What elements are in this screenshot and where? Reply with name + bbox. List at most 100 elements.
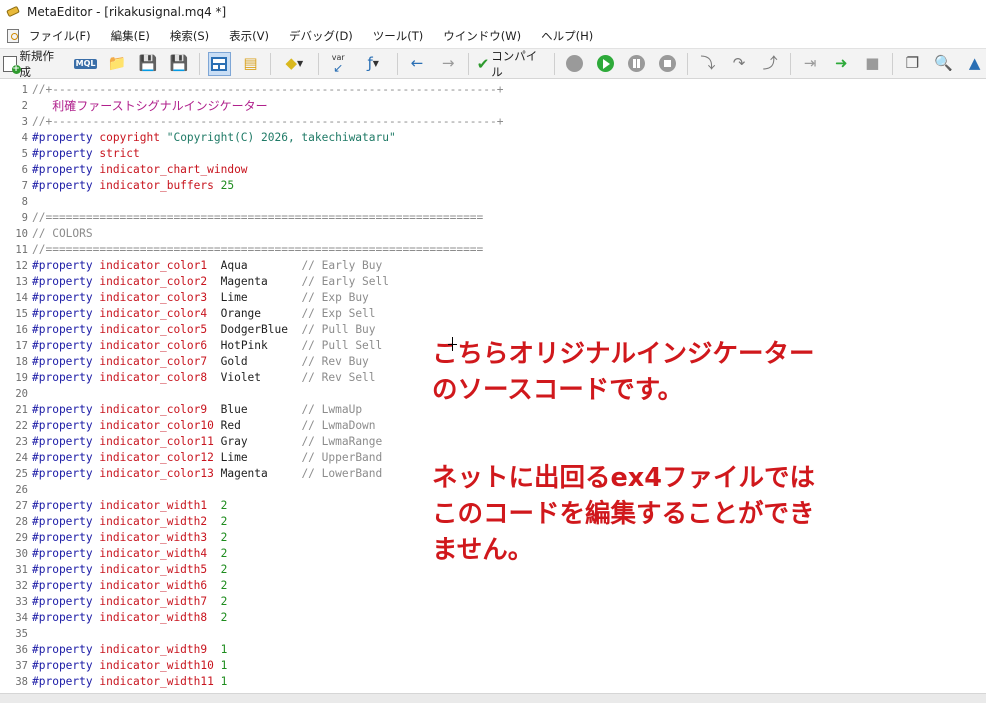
start-debug-icon[interactable] — [594, 52, 617, 76]
annotation-line: ません。 — [432, 535, 534, 565]
code-line[interactable]: 1 //+------------------------------------… — [0, 82, 986, 98]
horizontal-scrollbar[interactable] — [0, 693, 986, 703]
code-line[interactable]: 11 //====================================… — [0, 242, 986, 258]
code-line[interactable]: 8 — [0, 194, 986, 210]
code-text: #property indicator_color6 HotPink // Pu… — [32, 338, 382, 354]
code-line[interactable]: 35 — [0, 626, 986, 642]
code-token: 2 — [220, 563, 228, 576]
line-number: 30 — [15, 548, 28, 560]
save-icon[interactable]: 💾 — [137, 52, 160, 76]
step-over-icon[interactable]: ↷ — [727, 52, 750, 76]
code-line[interactable]: 12 #property indicator_color1 Aqua // Ear… — [0, 258, 986, 274]
code-line[interactable]: 34 #property indicator_width8 2 — [0, 610, 986, 626]
stop-debug-icon[interactable] — [656, 52, 679, 76]
save-all-icon[interactable]: 💾 — [168, 52, 191, 76]
code-token: // Pull Buy — [301, 323, 376, 336]
mql-wizard-icon[interactable]: MQL — [73, 52, 98, 76]
code-line[interactable]: 7 #property indicator_buffers 25 — [0, 178, 986, 194]
menu-file[interactable]: ファイル(F) — [29, 28, 91, 44]
stop-profile-icon[interactable]: ■ — [861, 52, 884, 76]
menu-tools[interactable]: ツール(T) — [373, 28, 424, 44]
step-into-icon[interactable]: ⤵ — [696, 52, 719, 76]
code-token: #property — [32, 275, 100, 288]
code-token: // LwmaUp — [301, 403, 363, 416]
toolbox-icon[interactable]: ▤ — [239, 52, 262, 76]
insert-variable-icon[interactable]: var ↙ — [327, 52, 350, 76]
menu-view[interactable]: 表示(V) — [229, 28, 269, 44]
code-line[interactable]: 4 #property copyright "Copyright(C) 2026,… — [0, 130, 986, 146]
code-line[interactable]: 13 #property indicator_color2 Magenta // … — [0, 274, 986, 290]
code-line[interactable]: 2 利確ファーストシグナルインジケーター — [0, 98, 986, 114]
code-editor[interactable]: 1 //+------------------------------------… — [0, 80, 986, 693]
forward-arrow-icon[interactable]: → — [437, 52, 460, 76]
open-folder-icon[interactable]: 📁 — [105, 52, 128, 76]
code-token: #property — [32, 531, 100, 544]
menu-edit[interactable]: 編集(E) — [111, 28, 150, 44]
code-line[interactable]: 5 #property strict — [0, 146, 986, 162]
code-token: indicator_color8 — [99, 371, 221, 384]
code-text: 利確ファーストシグナルインジケーター — [32, 98, 267, 115]
menu-help[interactable]: ヘルプ(H) — [541, 28, 593, 44]
run-to-cursor-icon[interactable]: ⇥ — [799, 52, 822, 76]
styler-icon[interactable]: ◆ ▼ — [279, 52, 310, 76]
code-token: //+-------------------------------------… — [32, 83, 504, 96]
code-token: indicator_color7 — [99, 355, 221, 368]
code-line[interactable]: 3 //+------------------------------------… — [0, 114, 986, 130]
copy-document-icon[interactable]: ❐ — [901, 52, 924, 76]
code-token: indicator_color4 — [99, 307, 221, 320]
menu-debug[interactable]: デバッグ(D) — [289, 28, 353, 44]
warning-icon[interactable]: ▲ — [963, 52, 986, 76]
code-line[interactable]: 9 //=====================================… — [0, 210, 986, 226]
code-token: #property — [32, 355, 100, 368]
code-line[interactable]: 36 #property indicator_width9 1 — [0, 642, 986, 658]
code-line[interactable]: 38 #property indicator_width11 1 — [0, 674, 986, 690]
code-text: #property indicator_width3 2 — [32, 530, 227, 546]
code-token: #property — [32, 563, 100, 576]
code-token: //======================================… — [32, 211, 484, 224]
document-icon[interactable] — [7, 29, 19, 43]
code-token: Blue — [220, 403, 302, 416]
new-file-button[interactable]: + 新規作成 — [3, 49, 64, 79]
step-out-icon[interactable]: ⤴ — [759, 52, 782, 76]
code-line[interactable]: 37 #property indicator_width10 1 — [0, 658, 986, 674]
code-token: #property — [32, 259, 100, 272]
code-token: indicator_width6 — [99, 579, 221, 592]
code-token: #property — [32, 659, 100, 672]
code-token: indicator_color2 — [99, 275, 221, 288]
code-line[interactable]: 23 #property indicator_color11 Gray // Lw… — [0, 434, 986, 450]
profile-icon[interactable]: ➜ — [830, 52, 853, 76]
code-token: HotPink — [220, 339, 302, 352]
code-line[interactable]: 15 #property indicator_color4 Orange // E… — [0, 306, 986, 322]
code-line[interactable]: 14 #property indicator_color3 Lime // Exp… — [0, 290, 986, 306]
code-token: indicator_color11 — [99, 435, 221, 448]
code-line[interactable]: 22 #property indicator_color10 Red // Lwm… — [0, 418, 986, 434]
back-arrow-icon[interactable]: ← — [406, 52, 429, 76]
code-token: #property — [32, 451, 100, 464]
line-number: 34 — [15, 612, 28, 624]
code-text: //======================================… — [32, 210, 483, 226]
code-text: #property indicator_buffers 25 — [32, 178, 234, 194]
code-token: Red — [220, 419, 302, 432]
code-line[interactable]: 10 // COLORS — [0, 226, 986, 242]
debug-history-icon[interactable] — [563, 52, 586, 76]
code-line[interactable]: 32 #property indicator_width6 2 — [0, 578, 986, 594]
navigator-toggle-icon[interactable] — [207, 51, 231, 76]
insert-function-icon[interactable]: ƒ ▼ — [358, 52, 389, 76]
code-token: #property — [32, 643, 100, 656]
code-line[interactable]: 33 #property indicator_width7 2 — [0, 594, 986, 610]
code-line[interactable]: 6 #property indicator_chart_window — [0, 162, 986, 178]
print-preview-icon[interactable]: 🔍 — [932, 52, 955, 76]
code-token: // Rev Sell — [301, 371, 376, 384]
code-token: indicator_width11 — [99, 675, 221, 688]
code-token: #property — [32, 131, 100, 144]
menu-window[interactable]: ウインドウ(W) — [443, 28, 521, 44]
code-text: #property indicator_width1 2 — [32, 498, 227, 514]
menu-search[interactable]: 検索(S) — [170, 28, 209, 44]
code-token: // UpperBand — [301, 451, 383, 464]
line-number: 9 — [21, 212, 28, 224]
pause-debug-icon[interactable] — [625, 52, 648, 76]
code-text: #property strict — [32, 146, 140, 162]
code-token: 2 — [220, 579, 228, 592]
compile-button[interactable]: ✔ コンパイル — [477, 49, 546, 79]
